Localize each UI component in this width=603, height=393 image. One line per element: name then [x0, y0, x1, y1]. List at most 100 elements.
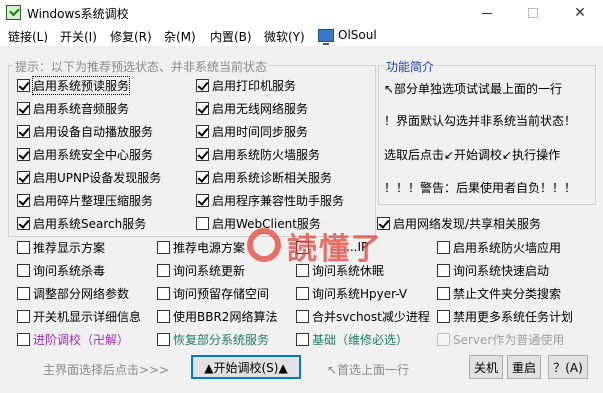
checkbox-hyper-v[interactable]: 询问系统Hpyer-V — [296, 285, 407, 301]
checkbox-autoplay-service[interactable]: 启用设备自动播放服务 — [17, 123, 153, 139]
checkbox-display-scheme[interactable]: 推荐显示方案 — [17, 239, 105, 255]
shutdown-button[interactable]: 关机 — [469, 355, 503, 379]
menu-misc[interactable]: 杂(M) — [164, 28, 196, 45]
checkbox-prefetch-service[interactable]: 启用系统预读服务 — [17, 75, 131, 95]
info-line: ！！！警告：后果使用者自负！！！ — [384, 181, 577, 195]
maximize-icon — [528, 8, 538, 18]
checkbox-box[interactable] — [17, 286, 30, 300]
minimize-button[interactable] — [464, 0, 510, 26]
help-button[interactable]: ？(A) — [548, 355, 588, 379]
checkbox-label: 开关机显示详细信息 — [33, 309, 142, 324]
checkbox-label: 询问系统更新 — [173, 263, 246, 278]
checkbox-verbose-status[interactable]: 开关机显示详细信息 — [17, 308, 141, 324]
menu-builtin[interactable]: 内置(B) — [210, 28, 252, 45]
checkbox-label: 启用打印机服务 — [212, 78, 297, 93]
checkbox-label: 禁止文件夹分类搜索 — [453, 286, 562, 301]
checkbox-label: 询问预留存储空间 — [173, 286, 270, 301]
checkbox-box — [437, 332, 450, 346]
checkbox-box[interactable] — [196, 193, 209, 207]
checkbox-power-scheme[interactable]: 推荐电源方案 — [157, 239, 245, 255]
checkbox-security-center-service[interactable]: 启用系统安全中心服务 — [17, 146, 153, 162]
checkbox-box[interactable] — [17, 170, 30, 184]
checkbox-basic-repair[interactable]: 基础（维修必选） — [296, 331, 408, 347]
checkbox-firewall-service[interactable]: 启用系统防火墙服务 — [196, 146, 320, 162]
checkbox-label: 启用设备自动播放服务 — [33, 124, 154, 139]
checkbox-ask-update[interactable]: 询问系统更新 — [157, 262, 245, 278]
checkbox-box[interactable] — [196, 147, 209, 161]
menu-repair[interactable]: 修复(R) — [110, 28, 152, 45]
checkbox-box[interactable] — [196, 216, 209, 230]
checkbox-box[interactable] — [17, 332, 30, 346]
menu-microsoft[interactable]: 微软(Y) — [264, 28, 305, 45]
checkbox-diagnostics-service[interactable]: 启用系统诊断相关服务 — [196, 169, 332, 185]
checkbox-box[interactable] — [157, 263, 170, 277]
menu-olsoul[interactable]: OlSoul — [338, 28, 377, 42]
checkbox-box[interactable] — [437, 309, 450, 323]
checkbox-label: 启用系统安全中心服务 — [33, 147, 154, 162]
checkbox-box[interactable] — [17, 124, 30, 138]
watermark-text: 読懂了 — [287, 232, 383, 267]
checkbox-ask-fast-startup[interactable]: 询问系统快速启动 — [437, 262, 549, 278]
checkbox-bbr2[interactable]: 使用BBR2网络算法 — [157, 308, 277, 324]
maximize-button[interactable] — [510, 0, 556, 26]
checkbox-box[interactable] — [437, 263, 450, 277]
checkbox-box[interactable] — [157, 240, 170, 254]
checkbox-label: 启用系统预读服务 — [31, 75, 131, 95]
checkbox-audio-service[interactable]: 启用系统音频服务 — [17, 100, 129, 116]
checkbox-time-sync-service[interactable]: 启用时间同步服务 — [196, 123, 308, 139]
checkbox-reserved-storage[interactable]: 询问预留存储空间 — [157, 285, 269, 301]
checkbox-label: 启用系统Search服务 — [33, 216, 147, 231]
menu-links[interactable]: 链接(L) — [8, 28, 48, 45]
checkbox-box[interactable] — [196, 78, 209, 92]
checkbox-label: 推荐显示方案 — [33, 240, 106, 255]
checkbox-label: 调整部分网络参数 — [33, 286, 130, 301]
checkbox-box[interactable] — [17, 193, 30, 207]
checkbox-restore-services[interactable]: 恢复部分系统服务 — [157, 331, 269, 347]
checkbox-label: Server作为普通使用 — [453, 332, 565, 347]
checkbox-box[interactable] — [17, 240, 30, 254]
checkbox-box[interactable] — [17, 147, 30, 161]
title-bar: Windows系统调校 ✕ — [0, 0, 603, 26]
checkbox-wireless-service[interactable]: 启用无线网络服务 — [196, 100, 308, 116]
checkbox-compat-assistant-service[interactable]: 启用程序兼容性助手服务 — [196, 192, 344, 208]
checkbox-label: 询问系统快速启动 — [453, 263, 550, 278]
checkbox-server-as-desktop: Server作为普通使用 — [437, 331, 564, 347]
checkbox-box[interactable] — [157, 309, 170, 323]
checkbox-box[interactable] — [17, 309, 30, 323]
checkbox-box[interactable] — [17, 263, 30, 277]
checkbox-disable-tasks[interactable]: 禁用更多系统任务计划 — [437, 308, 573, 324]
checkbox-label: 启用系统防火墙应用 — [453, 240, 562, 255]
checkbox-box[interactable] — [437, 286, 450, 300]
checkbox-search-service[interactable]: 启用系统Search服务 — [17, 215, 146, 231]
checkbox-ask-antivirus[interactable]: 询问系统杀毒 — [17, 262, 105, 278]
checkbox-label: 启用网络发现/共享相关服务 — [393, 216, 542, 231]
close-button[interactable]: ✕ — [557, 0, 603, 26]
checkbox-label: 询问系统杀毒 — [33, 263, 106, 278]
checkbox-svchost-merge[interactable]: 合并svchost减少进程 — [296, 308, 430, 324]
checkbox-printer-service[interactable]: 启用打印机服务 — [196, 77, 296, 93]
checkbox-box[interactable] — [296, 286, 309, 300]
checkbox-box[interactable] — [196, 170, 209, 184]
checkbox-box[interactable] — [437, 240, 450, 254]
checkbox-box[interactable] — [17, 78, 30, 92]
checkbox-folder-search[interactable]: 禁止文件夹分类搜索 — [437, 285, 561, 301]
checkbox-box[interactable] — [296, 332, 309, 346]
checkbox-defrag-service[interactable]: 启用碎片整理压缩服务 — [17, 192, 153, 208]
checkbox-label: 推荐电源方案 — [173, 240, 246, 255]
checkbox-firewall-app[interactable]: 启用系统防火墙应用 — [437, 239, 561, 255]
restart-button[interactable]: 重启 — [507, 355, 541, 379]
checkbox-network-params[interactable]: 调整部分网络参数 — [17, 285, 129, 301]
checkbox-box[interactable] — [296, 309, 309, 323]
checkbox-box[interactable] — [17, 101, 30, 115]
watermark-circle — [247, 228, 281, 262]
start-tuning-button[interactable]: ▲开始调校(S)▲ — [191, 355, 301, 379]
checkbox-box[interactable] — [17, 216, 30, 230]
checkbox-box[interactable] — [196, 124, 209, 138]
checkbox-advanced-tuning[interactable]: 进阶调校（卍解） — [17, 331, 129, 347]
checkbox-box[interactable] — [196, 101, 209, 115]
checkbox-box[interactable] — [157, 332, 170, 346]
menu-switches[interactable]: 开关(I) — [60, 28, 97, 45]
checkbox-box[interactable] — [157, 286, 170, 300]
checkbox-upnp-service[interactable]: 启用UPNP设备发现服务 — [17, 169, 161, 185]
checkbox-label: 启用程序兼容性助手服务 — [212, 193, 345, 208]
